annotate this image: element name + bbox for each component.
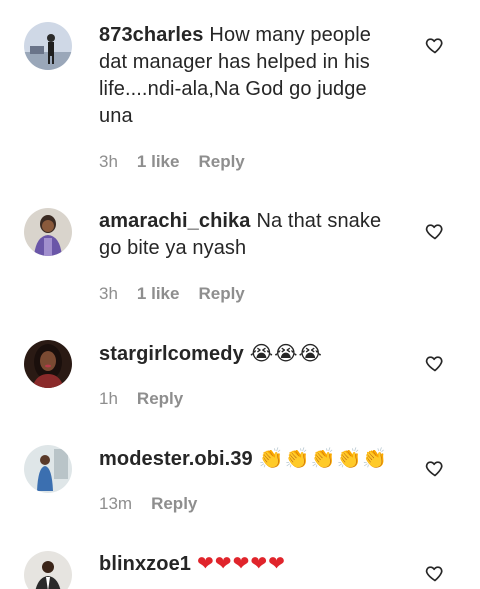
username[interactable]: blinxzoe1 [99,553,191,575]
comment-text: blinxzoe1 ❤❤❤❤❤ [99,550,399,578]
comment-meta: 13m Reply [99,494,216,514]
reply-button[interactable]: Reply [198,152,244,172]
likes-count[interactable]: 1 like [137,284,180,304]
comment-meta: 3h 1 like Reply [99,284,264,304]
heart-outline-icon[interactable] [425,458,445,478]
likes-count[interactable]: 1 like [137,152,180,172]
timestamp: 3h [99,152,118,171]
timestamp: 1h [99,389,118,408]
comment-item: modester.obi.39 👏👏👏👏👏 13m Reply [0,420,480,530]
reply-button[interactable]: Reply [198,284,244,304]
heart-outline-icon[interactable] [425,563,445,583]
avatar[interactable] [24,340,72,388]
comment-message: 😭😭😭 [249,341,323,365]
heart-outline-icon[interactable] [425,353,445,373]
comment-message: ❤❤❤❤❤ [197,551,286,575]
username[interactable]: 873charles [99,24,203,46]
comment-item: amarachi_chika Na that snake go bite ya n… [0,185,480,315]
comment-item: 873charles How many people dat manager ha… [0,0,480,185]
avatar[interactable] [24,208,72,256]
username[interactable]: modester.obi.39 [99,448,253,470]
timestamp: 3h [99,284,118,303]
heart-outline-icon[interactable] [425,35,445,55]
timestamp: 13m [99,494,133,513]
comment-meta: 1h Reply [99,389,202,409]
comment-text: 873charles How many people dat manager ha… [99,22,399,130]
heart-outline-icon[interactable] [425,221,445,241]
avatar[interactable] [24,22,72,70]
comment-text: amarachi_chika Na that snake go bite ya n… [99,208,399,262]
comment-text: modester.obi.39 👏👏👏👏👏 [99,445,399,473]
reply-button[interactable]: Reply [151,494,197,514]
avatar[interactable] [24,445,72,493]
comment-item: blinxzoe1 ❤❤❤❤❤ [0,530,480,589]
avatar[interactable] [24,551,72,589]
reply-button[interactable]: Reply [137,389,183,409]
username[interactable]: stargirlcomedy [99,343,244,365]
comment-meta: 3h 1 like Reply [99,152,264,172]
username[interactable]: amarachi_chika [99,210,251,232]
comment-item: stargirlcomedy 😭😭😭 1h Reply [0,315,480,420]
comment-text: stargirlcomedy 😭😭😭 [99,340,399,368]
comment-message: 👏👏👏👏👏 [258,446,389,470]
